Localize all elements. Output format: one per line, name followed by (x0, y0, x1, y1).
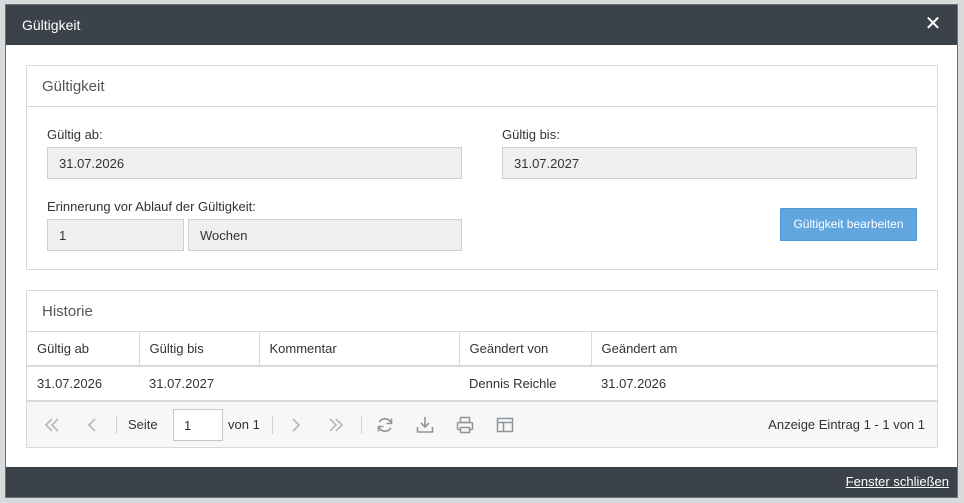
last-page-icon[interactable] (325, 414, 347, 436)
columns-icon[interactable] (494, 414, 516, 436)
history-panel-heading: Historie (27, 291, 937, 332)
valid-from-field[interactable]: 31.07.2026 (47, 147, 462, 179)
pager-divider (272, 416, 273, 434)
close-window-link[interactable]: Fenster schließen (846, 474, 949, 489)
validity-panel: Gültigkeit Gültig ab: 31.07.2026 Gültig … (26, 65, 938, 270)
reminder-label: Erinnerung vor Ablauf der Gültigkeit: (47, 199, 256, 214)
valid-to-label: Gültig bis: (502, 127, 560, 142)
table-header-row: Gültig ab Gültig bis Kommentar Geändert … (27, 332, 937, 367)
history-panel: Historie Gültig ab Gültig bis Kommentar … (26, 290, 938, 448)
dialog-footer: Fenster schließen (6, 467, 957, 497)
history-table: Gültig ab Gültig bis Kommentar Geändert … (27, 332, 937, 401)
cell-changed-at: 31.07.2026 (591, 366, 937, 401)
next-page-icon[interactable] (285, 414, 307, 436)
valid-from-label: Gültig ab: (47, 127, 103, 142)
page-label: Seite (128, 417, 158, 432)
download-icon[interactable] (414, 414, 436, 436)
column-header-valid-from[interactable]: Gültig ab (27, 332, 140, 367)
cell-changed-by: Dennis Reichle (459, 366, 591, 401)
dialog-content: Gültigkeit Gültig ab: 31.07.2026 Gültig … (6, 45, 957, 469)
column-header-changed-at[interactable]: Geändert am (591, 332, 937, 367)
dialog-titlebar: Gültigkeit ✕ (6, 5, 957, 45)
first-page-icon[interactable] (41, 414, 63, 436)
cell-valid-from: 31.07.2026 (27, 366, 139, 401)
pager-toolbar: Seite 1 von 1 Anzeige Eintrag 1 - 1 von … (27, 401, 937, 447)
column-header-changed-by[interactable]: Geändert von (459, 332, 592, 367)
validity-dialog: Gültigkeit ✕ Gültigkeit Gültig ab: 31.07… (5, 4, 958, 498)
column-header-comment[interactable]: Kommentar (259, 332, 460, 367)
valid-to-field[interactable]: 31.07.2027 (502, 147, 917, 179)
reminder-unit-field[interactable]: Wochen (188, 219, 462, 251)
cell-valid-to: 31.07.2027 (139, 366, 259, 401)
prev-page-icon[interactable] (81, 414, 103, 436)
cell-comment (259, 366, 459, 401)
page-number-input[interactable]: 1 (173, 409, 223, 441)
reminder-amount-field[interactable]: 1 (47, 219, 184, 251)
print-icon[interactable] (454, 414, 476, 436)
refresh-icon[interactable] (374, 414, 396, 436)
dialog-title: Gültigkeit (22, 17, 81, 33)
pager-divider (116, 416, 117, 434)
edit-validity-button[interactable]: Gültigkeit bearbeiten (780, 208, 917, 241)
page-count-label: von 1 (228, 417, 260, 432)
validity-panel-heading: Gültigkeit (27, 66, 937, 107)
pager-divider (361, 416, 362, 434)
column-header-valid-to[interactable]: Gültig bis (139, 332, 260, 367)
table-row[interactable]: 31.07.2026 31.07.2027 Dennis Reichle 31.… (27, 366, 937, 401)
close-icon[interactable]: ✕ (923, 13, 943, 35)
pager-summary: Anzeige Eintrag 1 - 1 von 1 (768, 417, 925, 432)
